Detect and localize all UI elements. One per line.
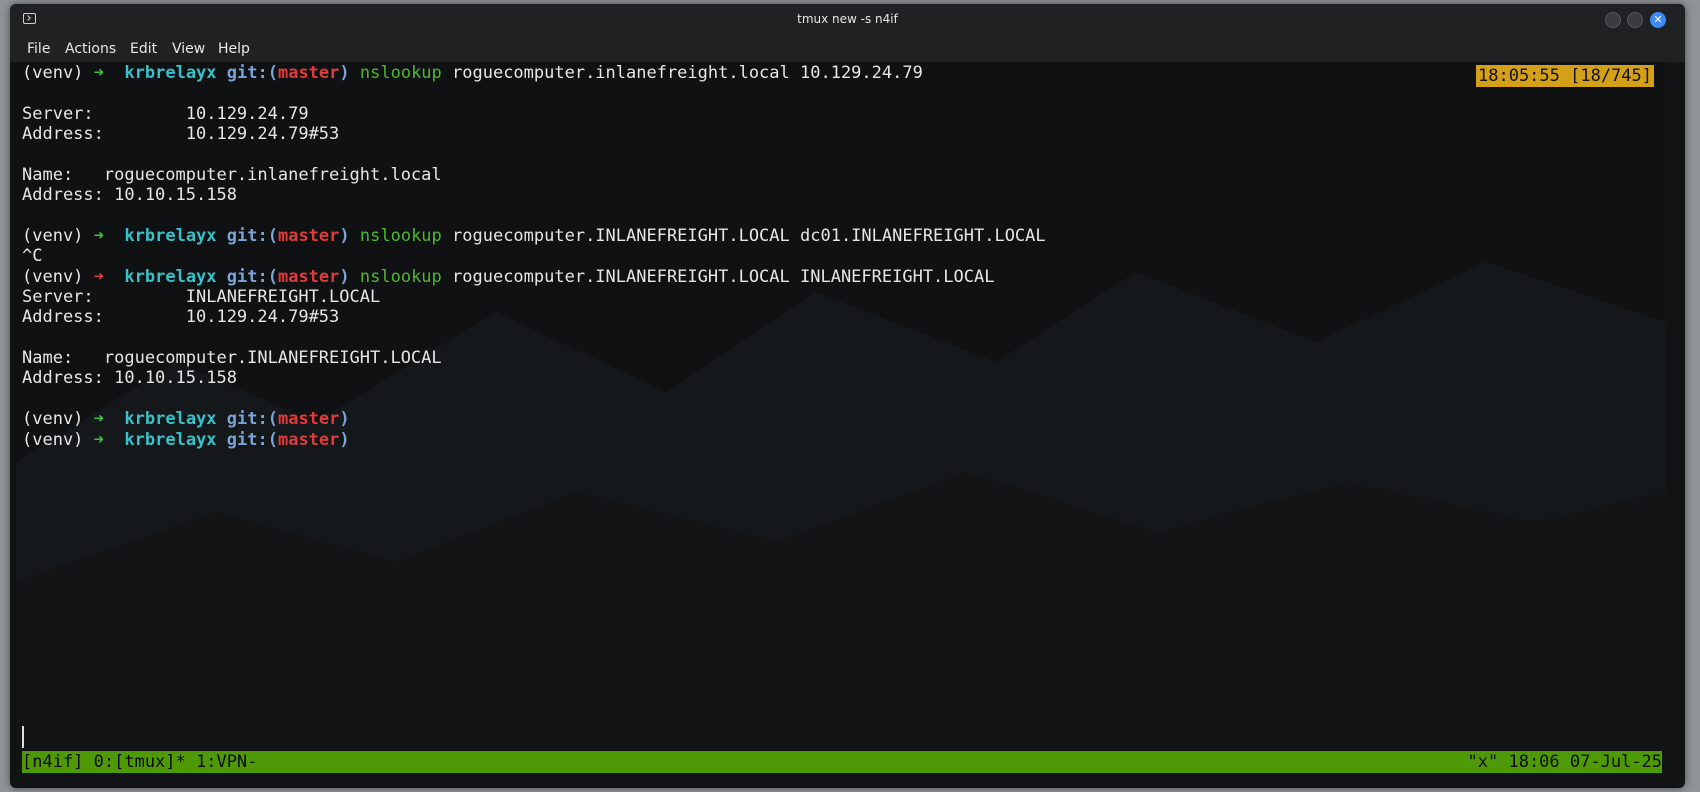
venv-label: (venv) (22, 409, 84, 429)
venv-label: (venv) (22, 63, 84, 83)
output-line: Server: 10.129.24.79 (22, 104, 309, 124)
tmux-window-list[interactable]: [n4if] 0:[tmux]* 1:VPN- (22, 751, 257, 773)
prompt-arrow-icon: ➜ (93, 409, 104, 429)
title-bar[interactable]: tmux new -s n4if ✕ (10, 4, 1685, 34)
interrupt-output: ^C (22, 246, 43, 266)
prompt-arrow-error-icon: ➜ (93, 267, 104, 287)
git-label: git:( (226, 430, 278, 450)
venv-label: (venv) (22, 226, 84, 246)
command-name: nslookup (359, 267, 442, 287)
git-branch: master (277, 226, 340, 246)
output-line: Name: roguecomputer.INLANEFREIGHT.LOCAL (22, 348, 442, 368)
git-branch: master (277, 409, 340, 429)
git-label: git:( (226, 226, 278, 246)
prompt-dir: krbrelayx (124, 409, 217, 429)
git-branch: master (277, 430, 340, 450)
command-name: nslookup (359, 226, 442, 246)
output-line: Address: 10.10.15.158 (22, 185, 237, 205)
text-cursor (22, 726, 24, 748)
prompt-arrow-icon: ➜ (93, 63, 104, 83)
prompt-line-3: (venv) ➜ krbrelayx git:(master) nslookup… (22, 266, 994, 288)
git-close: ) (339, 409, 350, 429)
output-line: Address: 10.10.15.158 (22, 368, 237, 388)
git-label: git:( (226, 267, 278, 287)
tmux-status-right: "x" 18:06 07-Jul-25 (1467, 752, 1662, 772)
git-label: git:( (226, 409, 278, 429)
output-line: Name: roguecomputer.inlanefreight.local (22, 165, 442, 185)
command-args: roguecomputer.INLANEFREIGHT.LOCAL INLANE… (441, 267, 995, 287)
prompt-arrow-icon: ➜ (93, 430, 104, 450)
git-close: ) (339, 430, 350, 450)
terminal-pane[interactable]: 18:05:55 [18/745] (venv) ➜ krbrelayx git… (16, 62, 1666, 773)
window-title: tmux new -s n4if (797, 12, 898, 26)
tmux-status-bar: [n4if] 0:[tmux]* 1:VPN- "x" 18:06 07-Jul… (22, 751, 1662, 773)
menu-actions[interactable]: Actions (65, 41, 116, 57)
prompt-dir: krbrelayx (124, 267, 217, 287)
prompt-arrow-icon: ➜ (93, 226, 104, 246)
output-line: Server: INLANEFREIGHT.LOCAL (22, 287, 381, 307)
prompt-line-2: (venv) ➜ krbrelayx git:(master) nslookup… (22, 225, 1046, 247)
output-line: Address: 10.129.24.79#53 (22, 307, 340, 327)
close-icon[interactable]: ✕ (1650, 12, 1666, 28)
git-branch: master (277, 267, 340, 287)
command-args: roguecomputer.inlanefreight.local 10.129… (441, 63, 923, 83)
maximize-icon[interactable] (1627, 12, 1643, 28)
git-close: ) (339, 63, 350, 83)
command-name: nslookup (359, 63, 442, 83)
git-label: git:( (226, 63, 278, 83)
output-line: Address: 10.129.24.79#53 (22, 124, 340, 144)
tmux-clock: 18:05:55 [18/745] (1476, 65, 1654, 87)
menu-bar: File Actions Edit View Help (10, 34, 1685, 62)
prompt-dir: krbrelayx (124, 226, 217, 246)
venv-label: (venv) (22, 430, 84, 450)
git-close: ) (339, 267, 350, 287)
prompt-line-5[interactable]: (venv) ➜ krbrelayx git:(master) (22, 429, 350, 451)
venv-label: (venv) (22, 267, 84, 287)
menu-help[interactable]: Help (218, 41, 250, 57)
menu-edit[interactable]: Edit (130, 41, 157, 57)
minimize-icon[interactable] (1605, 12, 1621, 28)
git-branch: master (277, 63, 340, 83)
prompt-dir: krbrelayx (124, 430, 217, 450)
prompt-line-4: (venv) ➜ krbrelayx git:(master) (22, 408, 350, 430)
prompt-line-1: (venv) ➜ krbrelayx git:(master) nslookup… (22, 62, 923, 84)
git-close: ) (339, 226, 350, 246)
prompt-dir: krbrelayx (124, 63, 217, 83)
menu-file[interactable]: File (27, 41, 50, 57)
terminal-window: tmux new -s n4if ✕ File Actions Edit Vie… (10, 4, 1685, 788)
menu-view[interactable]: View (172, 41, 205, 57)
command-args: roguecomputer.INLANEFREIGHT.LOCAL dc01.I… (441, 226, 1046, 246)
